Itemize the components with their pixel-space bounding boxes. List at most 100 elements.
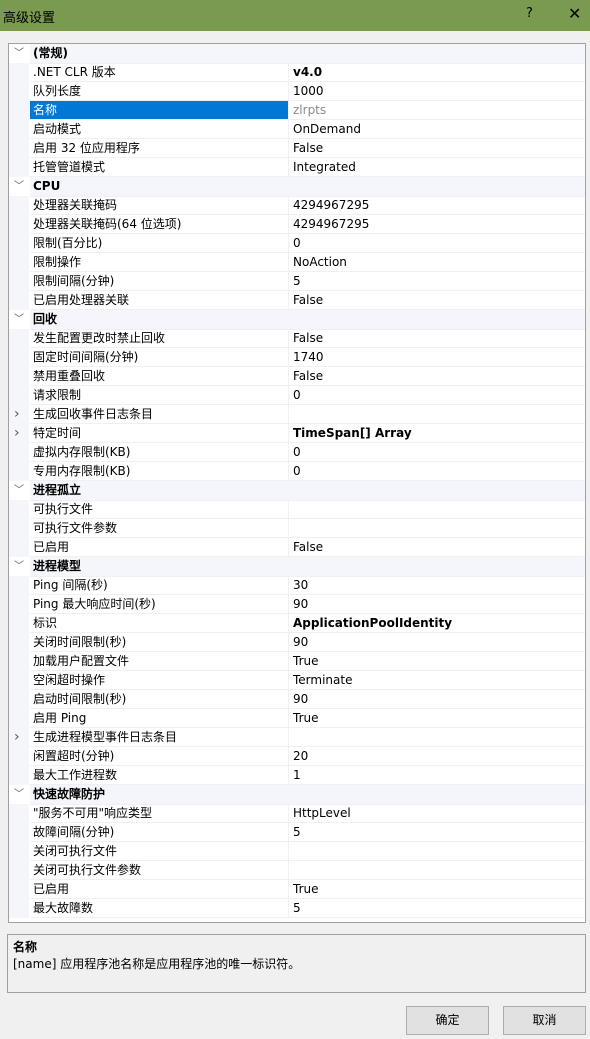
- cancel-button[interactable]: 取消: [503, 1006, 586, 1035]
- property-value[interactable]: 0: [288, 443, 585, 462]
- property-value[interactable]: TimeSpan[] Array: [288, 424, 585, 443]
- property-value[interactable]: 0: [288, 234, 585, 253]
- property-value[interactable]: [288, 500, 585, 519]
- property-value[interactable]: [288, 842, 585, 861]
- property-value[interactable]: [288, 861, 585, 880]
- group-header[interactable]: ﹀ 进程模型: [9, 557, 585, 577]
- chevron-down-icon[interactable]: ﹀: [14, 310, 24, 329]
- group-header[interactable]: ﹀ 进程孤立: [9, 481, 585, 501]
- property-row[interactable]: 启用 Ping True: [9, 709, 585, 728]
- property-row[interactable]: 队列长度 1000: [9, 82, 585, 101]
- property-value[interactable]: False: [288, 291, 585, 310]
- property-row[interactable]: 限制操作 NoAction: [9, 253, 585, 272]
- property-value[interactable]: 0: [288, 462, 585, 481]
- property-value[interactable]: 5: [288, 272, 585, 291]
- close-button[interactable]: ✕: [568, 4, 581, 23]
- property-row[interactable]: › 生成进程模型事件日志条目: [9, 728, 585, 747]
- property-value[interactable]: Terminate: [288, 671, 585, 690]
- property-value[interactable]: False: [288, 367, 585, 386]
- property-row[interactable]: › 生成回收事件日志条目: [9, 405, 585, 424]
- property-row[interactable]: 最大工作进程数 1: [9, 766, 585, 785]
- property-value[interactable]: NoAction: [288, 253, 585, 272]
- property-value[interactable]: 90: [288, 633, 585, 652]
- property-row[interactable]: 启动模式 OnDemand: [9, 120, 585, 139]
- property-grid[interactable]: ﹀ (常规) .NET CLR 版本 v4.0 队列长度 1000 名称 zlrpts 启动模式…: [8, 43, 586, 923]
- property-row[interactable]: 关闭时间限制(秒) 90: [9, 633, 585, 652]
- property-row[interactable]: .NET CLR 版本 v4.0: [9, 63, 585, 82]
- property-value[interactable]: 1: [288, 766, 585, 785]
- group-header[interactable]: ﹀ CPU: [9, 177, 585, 197]
- property-row[interactable]: 请求限制 0: [9, 386, 585, 405]
- chevron-right-icon[interactable]: ›: [14, 728, 20, 747]
- property-row[interactable]: 禁用重叠回收 False: [9, 367, 585, 386]
- property-row[interactable]: 最大故障数 5: [9, 899, 585, 918]
- property-value[interactable]: 90: [288, 595, 585, 614]
- property-row[interactable]: 标识 ApplicationPoolIdentity: [9, 614, 585, 633]
- chevron-down-icon[interactable]: ﹀: [14, 785, 24, 804]
- property-value[interactable]: 5: [288, 823, 585, 842]
- property-value[interactable]: 30: [288, 576, 585, 595]
- property-row[interactable]: 发生配置更改时禁止回收 False: [9, 329, 585, 348]
- chevron-down-icon[interactable]: ﹀: [14, 177, 24, 196]
- property-value[interactable]: True: [288, 880, 585, 899]
- chevron-right-icon[interactable]: ›: [14, 405, 20, 424]
- property-row[interactable]: 托管管道模式 Integrated: [9, 158, 585, 177]
- property-row[interactable]: 关闭可执行文件参数: [9, 861, 585, 880]
- property-value[interactable]: 20: [288, 747, 585, 766]
- property-value[interactable]: 1000: [288, 82, 585, 101]
- property-row[interactable]: "服务不可用"响应类型 HttpLevel: [9, 804, 585, 823]
- property-row[interactable]: Ping 最大响应时间(秒) 90: [9, 595, 585, 614]
- property-row[interactable]: 闲置超时(分钟) 20: [9, 747, 585, 766]
- property-row[interactable]: Ping 间隔(秒) 30: [9, 576, 585, 595]
- property-row[interactable]: 已启用 False: [9, 538, 585, 557]
- ok-button[interactable]: 确定: [406, 1006, 489, 1035]
- property-value[interactable]: 1740: [288, 348, 585, 367]
- property-value[interactable]: 90: [288, 690, 585, 709]
- property-value[interactable]: True: [288, 709, 585, 728]
- property-value[interactable]: [288, 519, 585, 538]
- property-value[interactable]: True: [288, 652, 585, 671]
- help-button[interactable]: ?: [526, 6, 533, 21]
- property-value[interactable]: zlrpts: [288, 101, 585, 120]
- property-row[interactable]: 固定时间间隔(分钟) 1740: [9, 348, 585, 367]
- property-value[interactable]: v4.0: [288, 63, 585, 82]
- property-row[interactable]: › 特定时间 TimeSpan[] Array: [9, 424, 585, 443]
- property-row[interactable]: 处理器关联掩码(64 位选项) 4294967295: [9, 215, 585, 234]
- property-row[interactable]: 专用内存限制(KB) 0: [9, 462, 585, 481]
- chevron-down-icon[interactable]: ﹀: [14, 557, 24, 576]
- property-value[interactable]: Integrated: [288, 158, 585, 177]
- chevron-right-icon[interactable]: ›: [14, 424, 20, 443]
- property-row[interactable]: 启动时间限制(秒) 90: [9, 690, 585, 709]
- property-value[interactable]: False: [288, 139, 585, 158]
- property-row[interactable]: 启用 32 位应用程序 False: [9, 139, 585, 158]
- property-row[interactable]: 处理器关联掩码 4294967295: [9, 196, 585, 215]
- chevron-down-icon[interactable]: ﹀: [14, 481, 24, 500]
- property-value[interactable]: [288, 405, 585, 424]
- property-value[interactable]: 4294967295: [288, 215, 585, 234]
- property-row[interactable]: 加载用户配置文件 True: [9, 652, 585, 671]
- group-header[interactable]: ﹀ 快速故障防护: [9, 785, 585, 805]
- group-header[interactable]: ﹀ 回收: [9, 310, 585, 330]
- property-row[interactable]: 故障间隔(分钟) 5: [9, 823, 585, 842]
- property-row[interactable]: 已启用 True: [9, 880, 585, 899]
- group-header[interactable]: ﹀ (常规): [9, 44, 585, 64]
- property-row[interactable]: 名称 zlrpts: [9, 101, 585, 120]
- property-value[interactable]: 0: [288, 386, 585, 405]
- property-value[interactable]: 5: [288, 899, 585, 918]
- property-row[interactable]: 虚拟内存限制(KB) 0: [9, 443, 585, 462]
- property-row[interactable]: 限制间隔(分钟) 5: [9, 272, 585, 291]
- property-value[interactable]: False: [288, 329, 585, 348]
- property-row[interactable]: 关闭可执行文件: [9, 842, 585, 861]
- property-value[interactable]: 4294967295: [288, 196, 585, 215]
- property-row[interactable]: 已启用处理器关联 False: [9, 291, 585, 310]
- property-row[interactable]: 空闲超时操作 Terminate: [9, 671, 585, 690]
- chevron-down-icon[interactable]: ﹀: [14, 44, 24, 63]
- property-value[interactable]: False: [288, 538, 585, 557]
- property-value[interactable]: OnDemand: [288, 120, 585, 139]
- property-row[interactable]: 可执行文件参数: [9, 519, 585, 538]
- property-value[interactable]: [288, 728, 585, 747]
- property-row[interactable]: 限制(百分比) 0: [9, 234, 585, 253]
- property-value[interactable]: HttpLevel: [288, 804, 585, 823]
- property-value[interactable]: ApplicationPoolIdentity: [288, 614, 585, 633]
- property-row[interactable]: 可执行文件: [9, 500, 585, 519]
